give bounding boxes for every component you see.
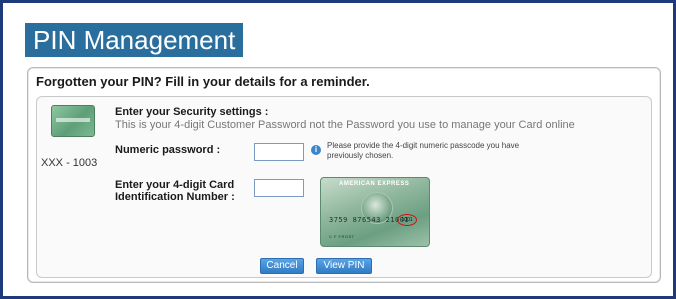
pin-reminder-panel: Forgotten your PIN? Fill in your details… xyxy=(27,67,661,283)
info-icon: i xyxy=(311,145,321,155)
security-form-panel: XXX - 1003 Enter your Security settings … xyxy=(36,96,652,278)
cancel-button[interactable]: Cancel xyxy=(260,258,304,274)
view-pin-button[interactable]: View PIN xyxy=(316,258,372,274)
card-id-label: Enter your 4-digit Card Identification N… xyxy=(115,179,235,203)
numeric-password-hint: Please provide the 4-digit numeric passc… xyxy=(327,141,520,160)
numeric-password-label: Numeric password : xyxy=(115,144,221,156)
panel-heading: Forgotten your PIN? Fill in your details… xyxy=(36,74,370,89)
card-cid-highlight: 1001 xyxy=(397,214,417,226)
numeric-password-input[interactable] xyxy=(254,143,304,161)
card-brand-text: AMERICAN EXPRESS xyxy=(339,181,410,187)
card-thumbnail-stripe xyxy=(56,118,90,122)
card-id-input[interactable] xyxy=(254,179,304,197)
window-frame: PIN Management Forgotten your PIN? Fill … xyxy=(0,0,676,299)
card-thumbnail-icon xyxy=(51,105,95,137)
page-title: PIN Management xyxy=(25,23,244,57)
security-heading: Enter your Security settings : xyxy=(115,106,269,118)
card-holder-name: C F FROST xyxy=(329,234,355,239)
amex-card-image: AMERICAN EXPRESS 3759 876543 21001 1001 … xyxy=(320,177,430,247)
card-number-masked: XXX - 1003 xyxy=(41,157,98,169)
security-subtext: This is your 4-digit Customer Password n… xyxy=(115,119,575,131)
